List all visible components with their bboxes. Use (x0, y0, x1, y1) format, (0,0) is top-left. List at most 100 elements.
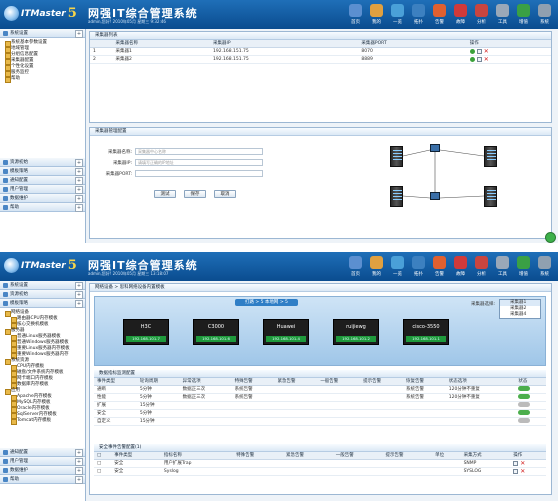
section-title: 数据指标监测配置 (94, 370, 546, 378)
sidebar-nav-item[interactable]: 系统设置 (0, 281, 85, 290)
edit-icon[interactable] (476, 48, 482, 54)
sidebar-nav-item[interactable]: 资源初始 (0, 290, 85, 299)
column-header: 一般告警 (332, 452, 383, 460)
toolbar-button[interactable]: 首页 (346, 2, 365, 27)
device-card[interactable]: ruijiewg 192.168.101.2 (333, 319, 379, 345)
table-cell (274, 401, 318, 410)
column-header: 采集器PORT (358, 40, 467, 48)
tree-item[interactable]: Tomcat内存模板 (0, 418, 85, 425)
status-toggle[interactable] (518, 393, 531, 399)
sidebar-nav-item[interactable]: 数据维护 (0, 466, 85, 475)
toolbar-button[interactable]: 分析 (472, 2, 491, 27)
panel-title: 采集器列表 (90, 32, 551, 40)
column-header: 状态 (515, 378, 546, 386)
edit-icon[interactable] (476, 56, 482, 62)
toolbar-label: 工具 (498, 20, 507, 25)
toolbar-button[interactable]: 分析 (472, 254, 491, 279)
column-header: 事件类型 (111, 452, 161, 460)
collector-config-screen: ITMaster 5 网强IT综合管理系统 admin,您好! 2010年05月… (0, 0, 558, 243)
sidebar-nav-item[interactable]: 用户管理 (0, 457, 85, 466)
collector-dropdown[interactable]: 采集器1 采集器2 采集器4 (499, 299, 541, 319)
table-row[interactable]: 1 采集器1 192.168.151.75 8070 ✕ (90, 47, 551, 56)
device-card[interactable]: H3C 192.168.101.7 (123, 319, 169, 345)
connect-status-icon[interactable] (469, 56, 475, 62)
sidebar-nav-item[interactable]: 模板策略 (0, 167, 85, 176)
delete-icon[interactable]: ✕ (484, 48, 489, 54)
table-cell: 15分钟 (136, 417, 180, 426)
table-row[interactable]: 性能 5分钟 数据正三次 系统告警 系统告警 120分钟不重复 (94, 393, 546, 402)
toolbar-button[interactable]: 增值 (514, 254, 533, 279)
table-cell: 120分钟不重复 (445, 393, 516, 402)
text-field[interactable]: 采集器中心名称 (135, 148, 263, 155)
template-detail-panel: 网络设备 > 思科网络设备内置模板 打路 > 5 本地网 > 5 采集器选择: … (89, 283, 552, 495)
edit-icon[interactable] (513, 460, 519, 466)
toolbar-icon (370, 256, 383, 269)
toolbar-button[interactable]: 拓扑 (409, 254, 428, 279)
table-cell: 120分钟不重复 (445, 385, 516, 394)
toolbar-button[interactable]: 告警 (430, 254, 449, 279)
toolbar-label: 故障 (456, 20, 465, 25)
table-row[interactable]: 通断 5分钟 数据正三次 系统告警 系统告警 120分钟不重复 (94, 385, 546, 394)
table-cell (233, 467, 284, 476)
text-field[interactable] (135, 170, 263, 177)
toolbar-button[interactable]: 工具 (493, 254, 512, 279)
delete-icon[interactable]: ✕ (520, 468, 525, 474)
sidebar-nav-item[interactable]: 帮助 (0, 475, 85, 484)
status-toggle[interactable] (518, 417, 531, 423)
toolbar-button[interactable]: 拓扑 (409, 2, 428, 27)
sidebar: 系统设置 系统基本参数设置地域管理分组信息配置采集器配置个性化设置服务监控帮助 … (0, 29, 86, 243)
sidebar-nav-item[interactable]: 数据维护 (0, 194, 85, 203)
table-row[interactable]: □ 安全 Syslog SYSLOG ✕ (94, 467, 546, 476)
status-toggle[interactable] (518, 401, 531, 407)
form-button[interactable]: 保存 (184, 190, 206, 198)
device-card[interactable]: Huawei 192.168.101.4 (263, 319, 309, 345)
table-cell: 自定义 (94, 417, 137, 426)
toolbar-button[interactable]: 系统 (535, 254, 554, 279)
toolbar-button[interactable]: 工具 (493, 2, 512, 27)
device-ip: 192.168.101.6 (196, 336, 236, 342)
toolbar-button[interactable]: 我的 (367, 2, 386, 27)
toolbar-button[interactable]: 增值 (514, 2, 533, 27)
delete-icon[interactable]: ✕ (484, 56, 489, 62)
sidebar-nav-item[interactable]: 资源初始 (0, 158, 85, 167)
status-toggle[interactable] (518, 409, 531, 415)
toolbar-button[interactable]: 一览 (388, 254, 407, 279)
connect-status-icon[interactable] (469, 48, 475, 54)
sidebar-nav-item[interactable]: 用户管理 (0, 185, 85, 194)
form-button[interactable]: 测试 (154, 190, 176, 198)
sidebar-nav-item[interactable]: 模板策略 (0, 299, 85, 308)
sidebar-nav-item[interactable]: 通知配置 (0, 176, 85, 185)
row-checkbox[interactable]: □ (94, 467, 112, 476)
add-float-button[interactable] (545, 232, 556, 243)
toolbar-button[interactable]: 首页 (346, 254, 365, 279)
collector-option[interactable]: 采集器4 (500, 312, 540, 318)
device-card[interactable]: cisco-3550 192.168.101.1 (403, 319, 449, 345)
toolbar-button[interactable]: 故障 (451, 254, 470, 279)
row-checkbox[interactable]: □ (94, 459, 112, 468)
sidebar-nav-item[interactable]: 通知配置 (0, 448, 85, 457)
table-row[interactable]: 自定义 15分钟 (94, 417, 546, 426)
table-row[interactable]: 安全 5分钟 (94, 409, 546, 418)
text-field[interactable]: 请填写正确的IP地址 (135, 159, 263, 166)
toolbar-button[interactable]: 一览 (388, 2, 407, 27)
toolbar-button[interactable]: 我的 (367, 254, 386, 279)
sidebar-nav-item[interactable]: 系统设置 (0, 29, 85, 38)
delete-icon[interactable]: ✕ (520, 460, 525, 466)
table-row[interactable]: 扩展 15分钟 (94, 401, 546, 410)
tree-item[interactable]: 帮助 (0, 76, 85, 83)
toolbar-icon (391, 256, 404, 269)
table-row[interactable]: 2 采集器2 192.168.151.75 8889 ✕ (90, 55, 551, 64)
table-row[interactable]: □ 安全 用户扩展Trap SNMP ✕ (94, 459, 546, 468)
toolbar-button[interactable]: 告警 (430, 2, 449, 27)
select-all-checkbox[interactable]: □ (94, 452, 112, 460)
status-toggle[interactable] (518, 385, 531, 391)
form-button[interactable]: 取消 (214, 190, 236, 198)
edit-icon[interactable] (513, 468, 519, 474)
device-card[interactable]: C3000 192.168.101.6 (193, 319, 239, 345)
toolbar-button[interactable]: 故障 (451, 2, 470, 27)
sidebar-nav-item[interactable]: 帮助 (0, 203, 85, 212)
table-cell (445, 401, 516, 410)
toolbar-button[interactable]: 系统 (535, 2, 554, 27)
table-cell: 性能 (94, 393, 137, 402)
table-cell (445, 417, 516, 426)
